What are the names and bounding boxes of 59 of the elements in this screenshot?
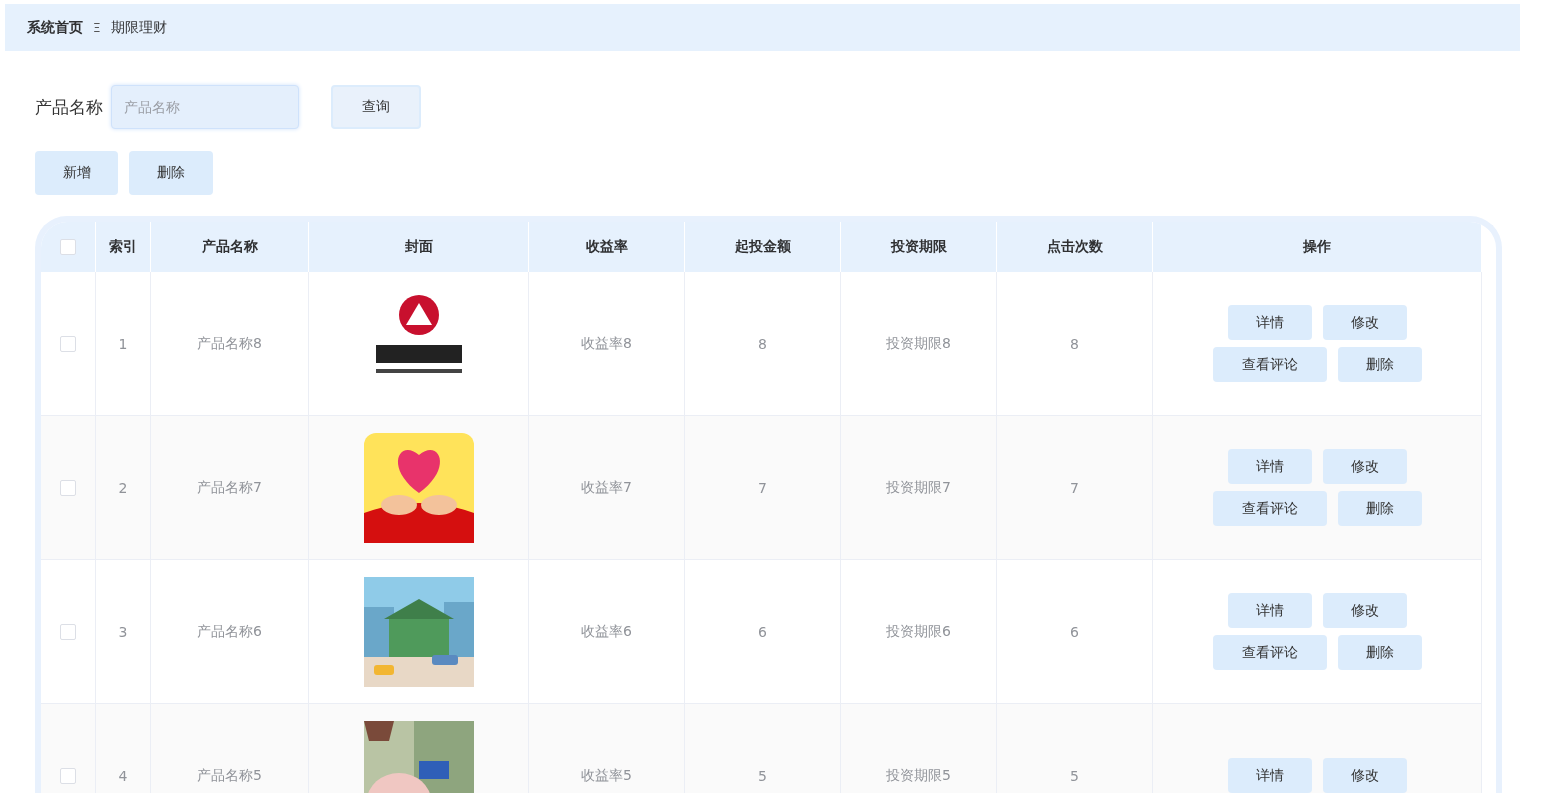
edit-button[interactable]: 修改	[1322, 305, 1407, 340]
row-checkbox[interactable]	[60, 479, 76, 496]
product-name-field[interactable]: 产品名称	[111, 85, 299, 129]
column-header: 点击次数	[1046, 238, 1103, 256]
comments-button[interactable]: 查看评论	[1212, 491, 1327, 526]
yield-cell: 收益率6	[581, 622, 632, 641]
yield-cell: 收益率5	[581, 766, 632, 785]
clicks-cell: 8	[1070, 335, 1079, 352]
select-all-checkbox[interactable]	[60, 239, 76, 255]
column-header: 索引	[109, 238, 137, 256]
product-name-cell: 产品名称6	[197, 622, 262, 641]
breadcrumb-link[interactable]: 系统首页	[27, 18, 83, 37]
row-checkbox[interactable]	[60, 767, 76, 784]
min-amount-cell: 8	[758, 335, 767, 352]
details-button[interactable]: 详情	[1227, 593, 1312, 628]
clicks-cell: 6	[1070, 623, 1079, 640]
product-name-cell: 产品名称7	[197, 478, 262, 497]
index-cell: 3	[118, 623, 128, 640]
field-label: 产品名称	[35, 95, 103, 119]
column-header: 封面	[404, 238, 433, 256]
search-button[interactable]: 查询	[331, 85, 421, 129]
delete-button[interactable]: 删除	[129, 151, 213, 195]
term-cell: 投资期限7	[886, 478, 951, 497]
comments-button[interactable]: 查看评论	[1212, 635, 1327, 670]
product-name-cell: 产品名称5	[197, 766, 262, 785]
index-cell: 2	[118, 479, 128, 496]
index-cell: 4	[118, 767, 128, 784]
edit-button[interactable]: 修改	[1322, 449, 1407, 484]
row-checkbox[interactable]	[60, 623, 76, 640]
delete-button[interactable]: 删除	[1337, 635, 1422, 670]
yield-cell: 收益率7	[581, 478, 632, 497]
term-cell: 投资期限8	[886, 334, 951, 353]
breadcrumb-link[interactable]: 期限理财	[110, 18, 167, 37]
details-button[interactable]: 详情	[1227, 305, 1312, 340]
column-header: 投资期限	[890, 238, 947, 256]
comments-button[interactable]: 查看评论	[1212, 347, 1327, 382]
term-cell: 投资期限5	[886, 766, 951, 785]
clicks-cell: 7	[1070, 479, 1079, 496]
min-amount-cell: 5	[758, 767, 767, 784]
delete-button[interactable]: 删除	[1337, 347, 1422, 382]
edit-button[interactable]: 修改	[1322, 758, 1407, 793]
min-amount-cell: 7	[758, 479, 767, 496]
column-header: 操作	[1303, 238, 1331, 256]
index-cell: 1	[118, 335, 128, 352]
add-button[interactable]: 新增	[35, 151, 118, 195]
details-button[interactable]: 详情	[1227, 758, 1312, 793]
product-name-cell: 产品名称8	[197, 334, 262, 353]
clicks-cell: 5	[1070, 767, 1079, 784]
details-button[interactable]: 详情	[1227, 449, 1312, 484]
term-cell: 投资期限6	[886, 622, 951, 641]
delete-button[interactable]: 删除	[1337, 491, 1422, 526]
min-amount-cell: 6	[758, 623, 767, 640]
column-header: 起投金额	[734, 238, 791, 256]
column-header: 产品名称	[201, 238, 258, 256]
edit-button[interactable]: 修改	[1322, 593, 1407, 628]
breadcrumb-separator: Ξ	[93, 20, 101, 35]
yield-cell: 收益率8	[581, 334, 632, 353]
column-header: 收益率	[585, 238, 628, 256]
row-checkbox[interactable]	[60, 335, 76, 352]
